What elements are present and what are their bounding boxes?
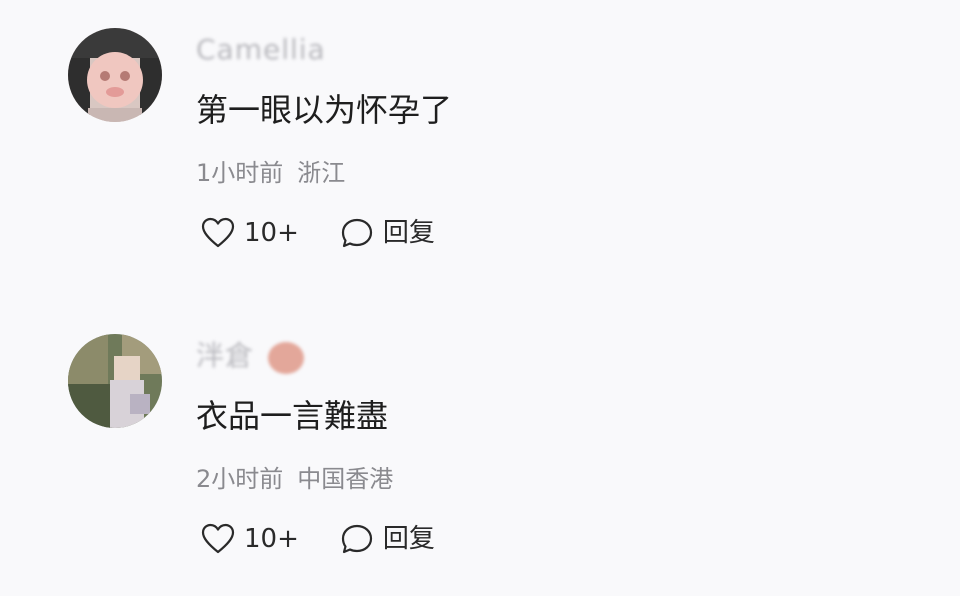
user-badge	[268, 342, 304, 374]
comment-time: 1小时前	[196, 159, 284, 187]
comment-meta: 2小时前 中国香港	[196, 461, 393, 497]
reply-button[interactable]: 回复	[339, 521, 435, 557]
like-button[interactable]: 10+	[200, 521, 299, 557]
heart-outline-icon	[200, 521, 236, 557]
comment-text: 第一眼以为怀孕了	[196, 91, 453, 129]
comment-location: 中国香港	[297, 465, 394, 493]
heart-outline-icon	[200, 215, 236, 251]
like-count: 10+	[244, 218, 299, 248]
comment-actions: 10+ 回复	[200, 212, 435, 254]
reply-button[interactable]: 回复	[339, 215, 435, 251]
reply-label: 回复	[382, 218, 435, 248]
speech-bubble-icon	[339, 215, 375, 251]
speech-bubble-icon	[339, 521, 375, 557]
username[interactable]: 泮倉	[196, 336, 254, 376]
like-button[interactable]: 10+	[200, 215, 299, 251]
avatar[interactable]	[68, 28, 162, 122]
comment-list: Camellia 第一眼以为怀孕了 1小时前 浙江 10+ 回复 泮倉 衣品一言…	[0, 0, 960, 596]
comment-time: 2小时前	[196, 465, 284, 493]
comment-meta: 1小时前 浙江	[196, 155, 345, 191]
comment-location: 浙江	[297, 159, 346, 187]
like-count: 10+	[244, 524, 299, 554]
reply-label: 回复	[382, 524, 435, 554]
comment-text: 衣品一言難盡	[196, 397, 389, 435]
username[interactable]: Camellia	[196, 30, 326, 70]
comment-item: 泮倉 衣品一言難盡 2小时前 中国香港 10+ 回复	[0, 306, 960, 596]
comment-actions: 10+ 回复	[200, 518, 435, 560]
comment-item: Camellia 第一眼以为怀孕了 1小时前 浙江 10+ 回复	[0, 0, 960, 290]
avatar[interactable]	[68, 334, 162, 428]
